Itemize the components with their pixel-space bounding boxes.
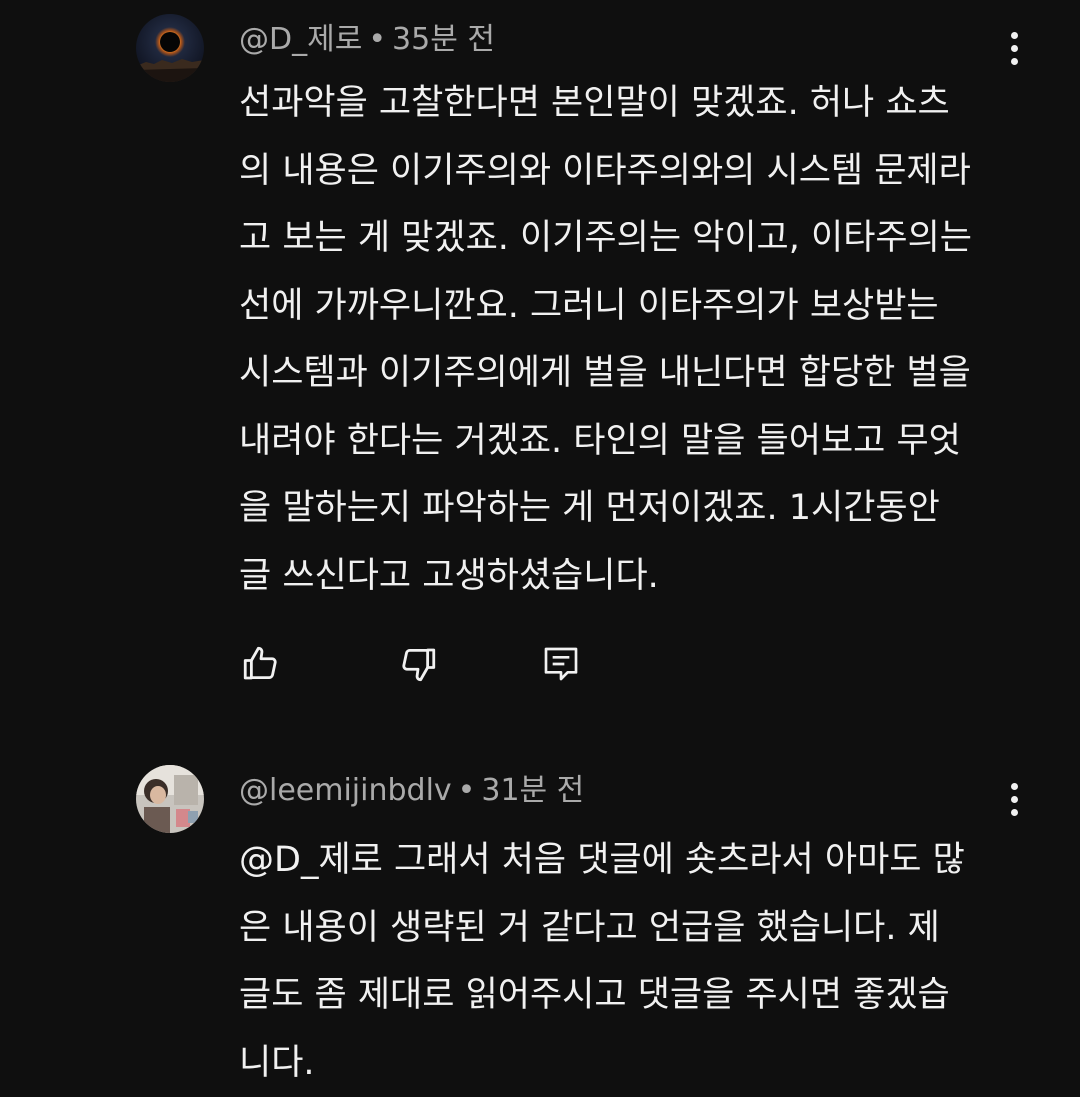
- comment-line: 니다.: [239, 1030, 1019, 1097]
- meta-separator: •: [368, 22, 386, 57]
- comment-line: 선과악을 고찰한다면 본인말이 맞겠죠. 허나 쇼츠: [239, 70, 1019, 138]
- comment-line: 고 보는 게 맞겠죠. 이기주의는 악이고, 이타주의는: [239, 205, 1019, 273]
- comment-meta: @leemijinbdlv•31분 전: [239, 771, 584, 811]
- photo-avatar-icon: [136, 765, 204, 833]
- comment-author[interactable]: @D_제로: [239, 22, 362, 57]
- avatar[interactable]: [136, 14, 204, 82]
- comment-line: 글 쓰신다고 고생하셨습니다.: [239, 543, 1019, 611]
- comment-timestamp[interactable]: 35분 전: [392, 22, 495, 57]
- comment-line: 은 내용이 생략된 거 같다고 언급을 했습니다. 제: [239, 895, 1019, 963]
- comment-text: @D_제로 그래서 처음 댓글에 숏츠라서 아마도 많 은 내용이 생략된 거 …: [239, 827, 1019, 1097]
- comment-line: 선에 가까우니깐요. 그러니 이타주의가 보상받는: [239, 273, 1019, 341]
- comment-text: 선과악을 고찰한다면 본인말이 맞겠죠. 허나 쇼츠 의 내용은 이기주의와 이…: [239, 70, 1019, 610]
- thumbs-up-icon: [240, 643, 282, 685]
- comment-line: 을 말하는지 파악하는 게 먼저이겠죠. 1시간동안: [239, 475, 1019, 543]
- comment-timestamp[interactable]: 31분 전: [481, 773, 584, 808]
- reply-button[interactable]: [537, 640, 585, 688]
- meta-separator: •: [458, 773, 476, 808]
- comment-line: 시스템과 이기주의에게 벌을 내닌다면 합당한 벌을: [239, 340, 1019, 408]
- reply-comment-icon: [541, 643, 581, 685]
- comment-meta: @D_제로•35분 전: [239, 20, 495, 60]
- more-actions-icon[interactable]: [996, 24, 1032, 72]
- more-actions-icon[interactable]: [996, 775, 1032, 823]
- comment-line: 글도 좀 제대로 읽어주시고 댓글을 주시면 좋겠습: [239, 962, 1019, 1030]
- comment-line: 내려야 한다는 거겠죠. 타인의 말을 들어보고 무엇: [239, 408, 1019, 476]
- eclipse-avatar-icon: [136, 14, 204, 82]
- avatar[interactable]: [136, 765, 204, 833]
- comment-actions: [0, 640, 1080, 690]
- comment-thread-item: @D_제로•35분 전 선과악을 고찰한다면 본인말이 맞겠죠. 허나 쇼츠 의…: [0, 0, 1080, 720]
- comment-line: @D_제로 그래서 처음 댓글에 숏츠라서 아마도 많: [239, 827, 1019, 895]
- thumbs-down-icon: [397, 643, 439, 685]
- comment-line: 의 내용은 이기주의와 이타주의와의 시스템 문제라: [239, 138, 1019, 206]
- like-button[interactable]: [237, 640, 285, 688]
- dislike-button[interactable]: [394, 640, 442, 688]
- comment-thread-item: @leemijinbdlv•31분 전 @D_제로 그래서 처음 댓글에 숏츠라…: [0, 745, 1080, 1080]
- comment-author[interactable]: @leemijinbdlv: [239, 773, 452, 808]
